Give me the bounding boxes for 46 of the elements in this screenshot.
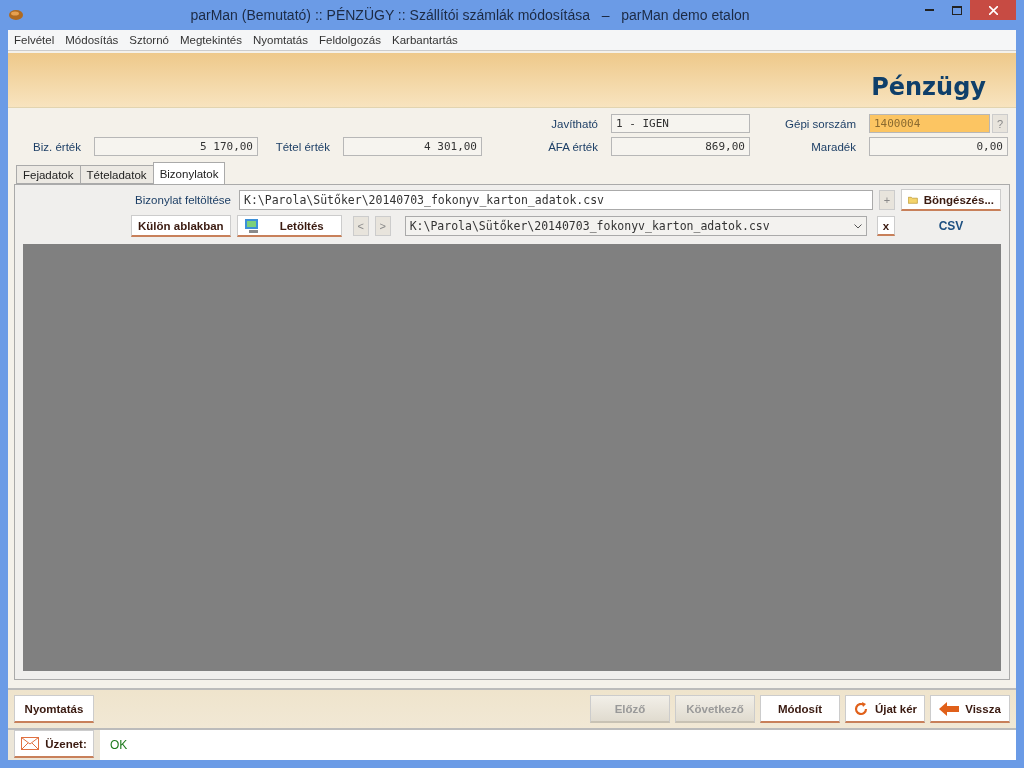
menu-item[interactable]: Sztornó bbox=[129, 34, 169, 46]
tab[interactable]: Fejadatok bbox=[16, 165, 81, 184]
menu-item[interactable]: Módosítás bbox=[65, 34, 119, 46]
chevron-down-icon bbox=[854, 223, 862, 229]
field-label: Tétel érték bbox=[274, 140, 331, 153]
file-dropdown[interactable]: K:\Parola\Sütőker\20140703_fokonyv_karton_adatok.csv bbox=[404, 216, 867, 236]
field-label: ÁFA érték bbox=[547, 140, 599, 153]
value-field[interactable]: 1 - IGEN bbox=[611, 114, 750, 133]
browse-button[interactable]: Böngészés... bbox=[901, 189, 1001, 211]
menu-item[interactable]: Karbantartás bbox=[392, 34, 458, 46]
menu-item[interactable]: Felvétel bbox=[14, 34, 55, 46]
file-path-field[interactable]: K:\Parola\Sütőker\20140703_fokonyv_karton_adatok.csv bbox=[239, 190, 873, 210]
file-type-label: CSV bbox=[937, 219, 965, 233]
field-label: Gépi sorszám bbox=[784, 117, 857, 130]
field-label: Biz. érték bbox=[32, 140, 82, 153]
separate-window-button[interactable]: Külön ablakban bbox=[131, 215, 231, 237]
menu-item[interactable]: Megtekintés bbox=[180, 34, 242, 46]
status-message: OK bbox=[100, 730, 1016, 760]
action-button[interactable]: Vissza bbox=[930, 695, 1010, 723]
page-title: Pénzügy bbox=[871, 73, 986, 101]
envelope-icon bbox=[21, 737, 40, 750]
download-button[interactable]: Letöltés bbox=[236, 215, 342, 237]
print-button[interactable]: Nyomtatás bbox=[14, 695, 94, 723]
close-button[interactable] bbox=[970, 0, 1016, 20]
minimize-icon bbox=[925, 9, 934, 11]
message-button[interactable]: Üzenet: bbox=[14, 730, 94, 758]
tab[interactable]: Tételadatok bbox=[79, 165, 154, 184]
arrow-left-icon bbox=[939, 701, 960, 716]
field-label: Maradék bbox=[810, 140, 857, 153]
menu-item[interactable]: Feldolgozás bbox=[318, 34, 381, 46]
tab[interactable]: Bizonylatok bbox=[152, 162, 226, 184]
amount-field[interactable]: 869,00 bbox=[611, 137, 750, 156]
remove-button[interactable]: x bbox=[877, 216, 895, 236]
menu-item[interactable]: Nyomtatás bbox=[253, 34, 308, 46]
amount-field[interactable]: 0,00 bbox=[869, 137, 1008, 156]
action-button[interactable]: Módosít bbox=[760, 695, 840, 723]
amount-field[interactable]: 5 170,00 bbox=[94, 137, 258, 156]
maximize-icon bbox=[951, 5, 962, 15]
field-label: Bizonylat feltöltése bbox=[134, 194, 232, 206]
field-label: Javítható bbox=[550, 117, 599, 130]
app-icon bbox=[8, 9, 24, 21]
action-button[interactable]: Újat kér bbox=[845, 695, 925, 723]
refresh-icon bbox=[852, 700, 869, 717]
window-title: parMan (Bemutató) :: PÉNZÜGY :: Szállítói számlák módosítása – parMan demo etalon bbox=[189, 7, 751, 23]
amount-field[interactable]: 4 301,00 bbox=[343, 137, 482, 156]
close-icon bbox=[988, 5, 998, 15]
